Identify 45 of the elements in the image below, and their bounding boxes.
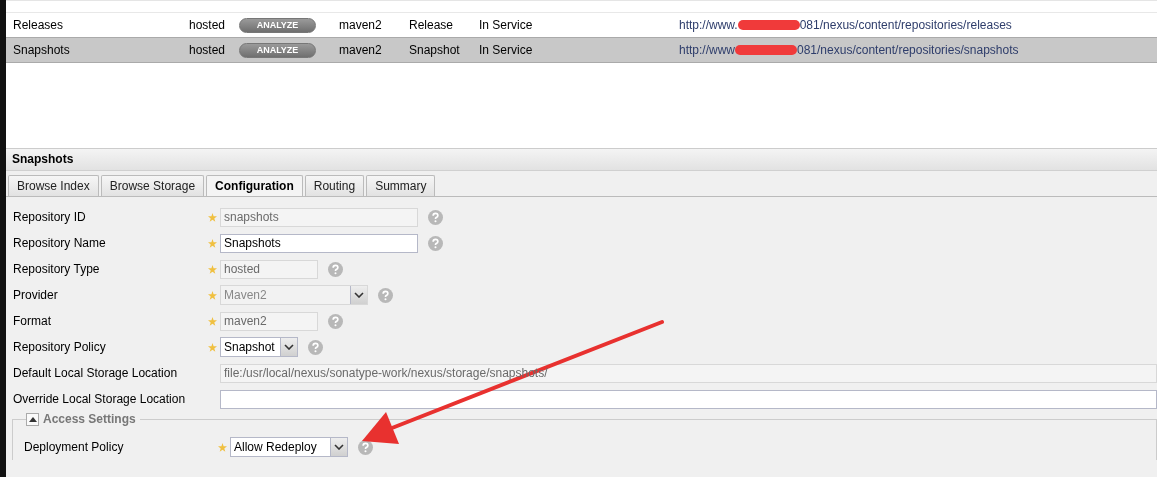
repository-name: Snapshots [12,43,71,57]
tab[interactable]: Browse Storage [100,175,205,196]
analyze-button[interactable]: ANALYZE [239,43,316,58]
dropdown[interactable]: Allow Redeploy [230,437,348,457]
dropdown[interactable]: Snapshot [220,337,298,357]
repository-policy: Release [409,18,455,32]
repository-type: hosted [189,43,227,57]
section-title: Access Settings [43,412,136,426]
repository-status: In Service [479,43,534,57]
field-label: Provider [13,288,59,302]
analyze-button[interactable]: ANALYZE [239,18,316,33]
repository-url[interactable]: 081/nexus/content/repositories/snapshots [797,43,1019,57]
repository-status: In Service [479,18,534,32]
tab[interactable]: Browse Index [8,175,99,196]
repository-type: hosted [189,18,227,32]
repository-format: maven2 [339,18,383,32]
field-label: Repository Name [13,236,107,250]
input-field[interactable]: Snapshots [220,233,418,253]
repository-url[interactable]: 081/nexus/content/repositories/releases [799,18,1012,32]
field-label: Format [13,314,52,328]
collapse-toggle-icon[interactable] [26,412,39,426]
help-icon[interactable] [308,339,323,355]
input-field[interactable] [220,389,1157,409]
caret-icon [354,292,364,298]
field-label: Repository Policy [13,340,107,354]
redaction-mark [735,45,797,55]
repository-url[interactable]: http://www [679,43,735,57]
repository-url[interactable]: http://www. [679,18,738,32]
repository-row[interactable]: Snapshots hosted ANALYZE maven2 Snapshot In Service http://www 081/nexus/content/repositories/snapshots [6,37,1157,63]
tab[interactable]: Summary [366,175,436,196]
field-label: Default Local Storage Location [13,366,179,380]
panel-title: Snapshots [6,149,1157,171]
repository-policy: Snapshot [409,43,461,57]
field-label: Deployment Policy [24,440,125,454]
caret-icon [334,444,344,450]
field-label: Repository Type [13,262,101,276]
help-icon[interactable] [428,235,443,251]
field-label: Override Local Storage Location [13,392,187,406]
redaction-mark [737,20,800,30]
repository-name: Releases [12,18,65,32]
tab[interactable]: Configuration [206,175,303,196]
tab[interactable]: Routing [304,175,365,196]
caret-icon [284,344,294,350]
repository-format: maven2 [339,43,383,57]
field-label: Repository ID [13,210,87,224]
